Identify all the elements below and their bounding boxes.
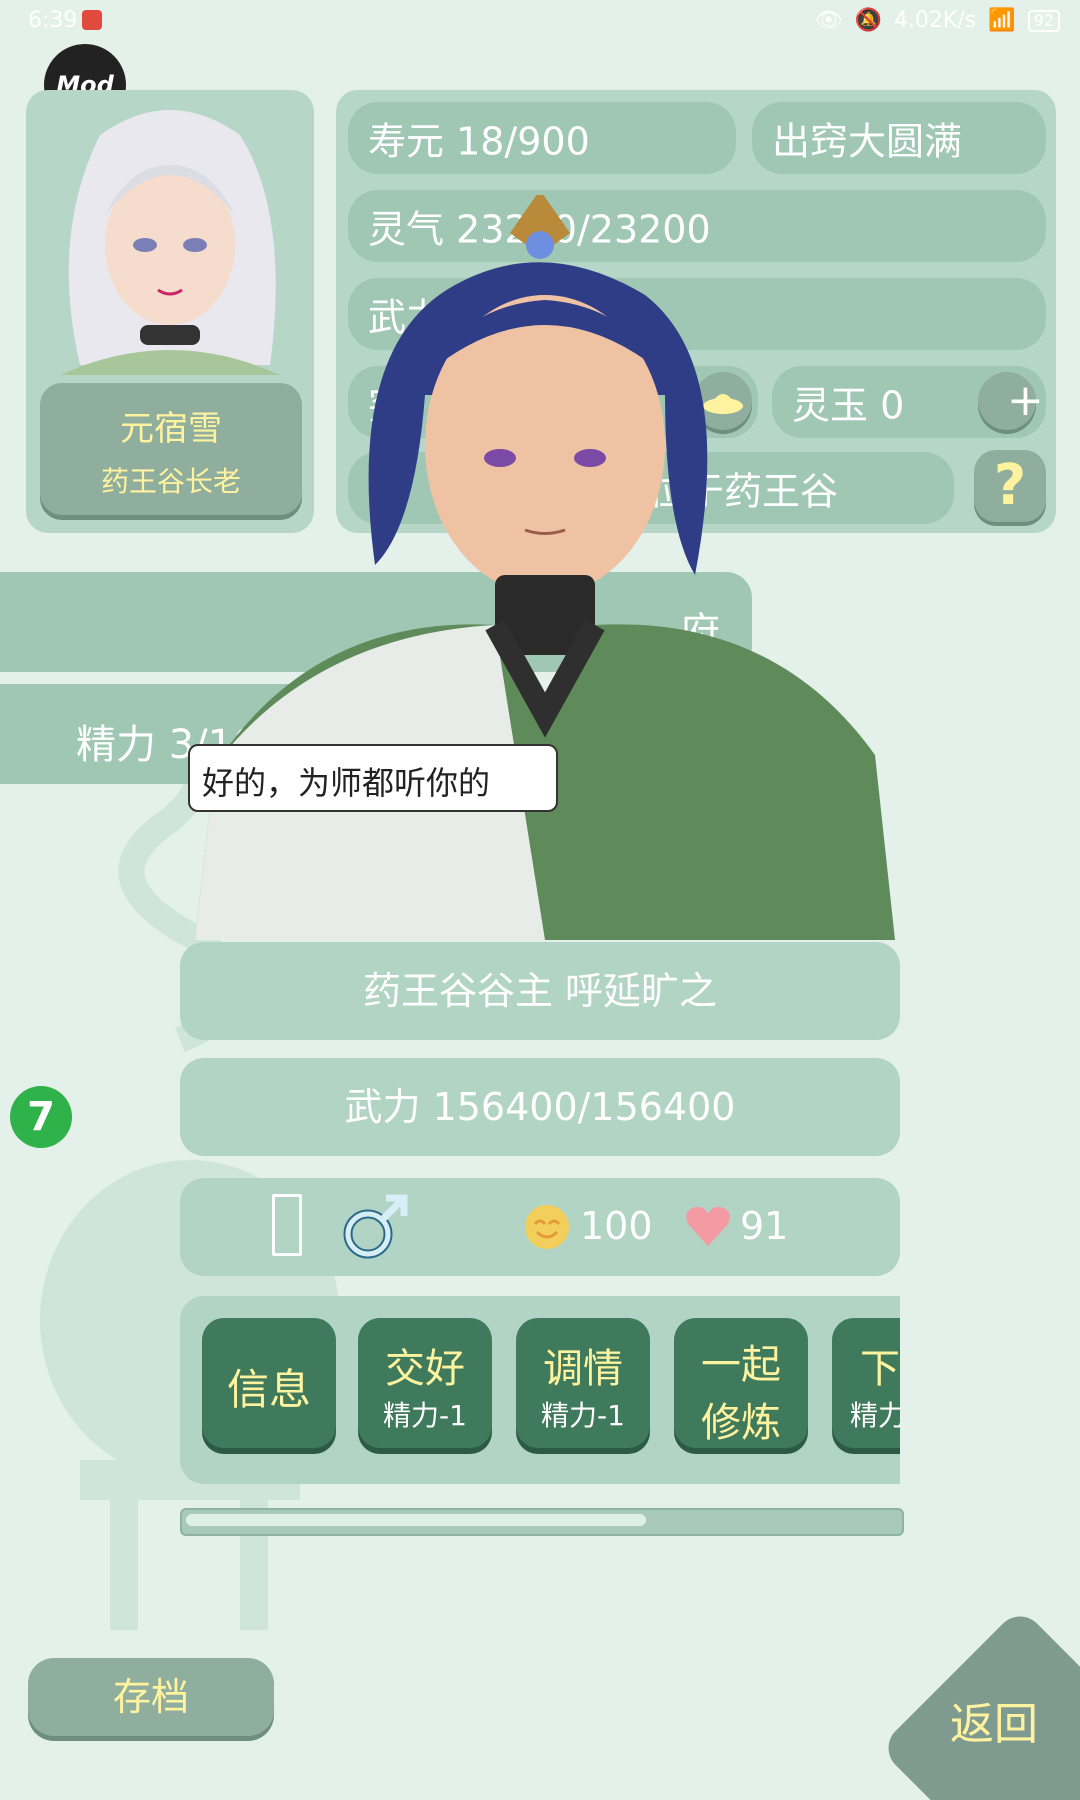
- card-icon[interactable]: [272, 1194, 302, 1256]
- eye-icon: 👁: [814, 8, 843, 33]
- cultivate-together-button[interactable]: 一起 修炼: [674, 1318, 808, 1448]
- status-bar: 6:39 👁 🔕 4.02K/s 📶 92: [0, 0, 1080, 40]
- target-title-pill: 药王谷谷主 呼延旷之: [180, 942, 900, 1040]
- speech-bubble: 好的，为师都听你的: [188, 744, 558, 812]
- male-icon: [343, 1194, 408, 1259]
- info-button-label: 信息: [226, 1365, 311, 1414]
- flirt-button-cost: 精力-1: [541, 1399, 625, 1432]
- info-button[interactable]: 信息: [202, 1318, 336, 1448]
- save-button-label: 存档: [112, 1675, 189, 1719]
- add-jade-button[interactable]: +: [978, 372, 1044, 430]
- action-panel: 信息 交好 精力-1 调情 精力-1 一起 修炼 下 精力: [180, 1296, 900, 1484]
- cultivate-together-line1: 一起: [701, 1342, 781, 1388]
- target-status-pill: 100 91: [180, 1178, 900, 1276]
- befriend-button[interactable]: 交好 精力-1: [358, 1318, 492, 1448]
- smile-icon: [525, 1205, 569, 1249]
- lifespan-text: 寿元 18/900: [368, 119, 590, 164]
- question-icon: ?: [993, 453, 1027, 518]
- affection-value: 91: [740, 1204, 789, 1248]
- status-time: 6:39: [28, 8, 78, 33]
- target-power-pill: 武力 156400/156400: [180, 1058, 900, 1156]
- befriend-button-cost: 精力-1: [383, 1399, 467, 1432]
- mute-icon: 🔕: [854, 8, 882, 33]
- seven-icon: 7: [27, 1094, 55, 1140]
- back-button-label: 返回: [950, 1699, 1038, 1750]
- character-portrait[interactable]: [195, 195, 895, 940]
- action-scrollbar-thumb[interactable]: [186, 1514, 646, 1526]
- befriend-button-label: 交好: [385, 1346, 465, 1392]
- speech-text: 好的，为师都听你的: [202, 764, 491, 802]
- heart-icon: [686, 1206, 730, 1246]
- back-button[interactable]: 返回: [880, 1608, 1080, 1800]
- status-right-group: 👁 🔕 4.02K/s 📶 92: [815, 8, 1060, 33]
- plus-icon: +: [1007, 375, 1044, 426]
- net-speed: 4.02K/s: [893, 8, 977, 33]
- realm-text: 出窍大圆满: [772, 119, 963, 164]
- target-power: 武力 156400/156400: [344, 1085, 736, 1129]
- action-scrollbar[interactable]: [180, 1508, 904, 1536]
- flirt-button-label: 调情: [543, 1346, 623, 1392]
- lifespan-pill: 寿元 18/900: [348, 102, 736, 174]
- save-button[interactable]: 存档: [28, 1658, 274, 1736]
- help-button[interactable]: ?: [974, 450, 1046, 522]
- next-action-line2: 精力: [850, 1399, 900, 1432]
- battery-icon: 92: [1027, 9, 1060, 32]
- wifi-icon: 📶: [988, 8, 1016, 33]
- cultivate-together-line2: 修炼: [701, 1400, 781, 1446]
- side-green-badge[interactable]: 7: [10, 1086, 72, 1148]
- realm-pill: 出窍大圆满: [752, 102, 1046, 174]
- next-action-button[interactable]: 下 精力: [832, 1318, 900, 1448]
- next-action-line1: 下: [860, 1346, 900, 1392]
- target-title: 药王谷谷主 呼延旷之: [362, 969, 718, 1013]
- flirt-button[interactable]: 调情 精力-1: [516, 1318, 650, 1448]
- mood-value: 100: [580, 1204, 653, 1248]
- notification-app-icon: [82, 10, 102, 30]
